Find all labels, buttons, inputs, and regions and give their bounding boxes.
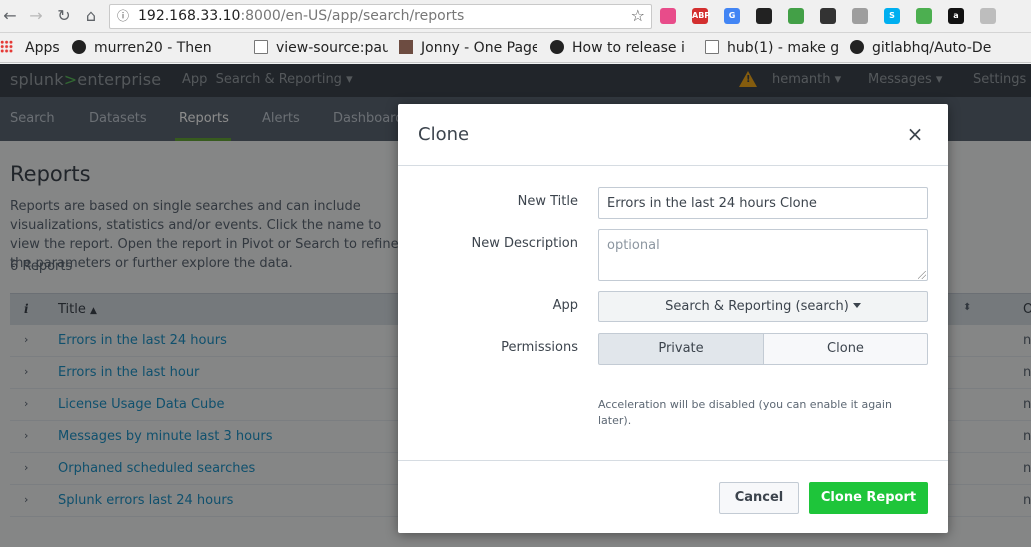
apps-grid-icon (0, 40, 13, 53)
dialog-footer: Cancel Clone Report (398, 460, 948, 533)
app-select[interactable]: Search & Reporting (search) (598, 291, 928, 322)
permissions-toggle: Private Clone (598, 333, 928, 365)
gnome-icon[interactable] (756, 8, 772, 24)
back-icon[interactable]: ← (0, 6, 20, 26)
clone-dialog: Clone × New Title New Description option… (398, 104, 948, 533)
dark-ext-icon[interactable] (820, 8, 836, 24)
bookmark-gitlab[interactable]: gitlabhq/Auto-De (850, 33, 1031, 63)
address-bar[interactable]: ⓘ 192.168.33.10:8000/en-US/app/search/re… (109, 4, 652, 29)
permission-clone-button[interactable]: Clone (763, 333, 928, 365)
bookmark-star-icon[interactable]: ☆ (631, 4, 645, 27)
amazon-icon[interactable]: a (948, 8, 964, 24)
translate-icon[interactable]: G (724, 8, 740, 24)
new-title-input[interactable] (598, 187, 928, 219)
dialog-title: Clone (418, 124, 470, 145)
dialog-header: Clone × (398, 104, 948, 166)
adblock-icon[interactable]: ABP (692, 8, 710, 24)
browser-toolbar: ← → ↻ ⌂ ⓘ 192.168.33.10:8000/en-US/app/s… (0, 0, 1031, 33)
github-icon (550, 40, 564, 54)
bookmark-apps[interactable]: Apps (0, 33, 60, 63)
new-title-label: New Title (517, 194, 578, 209)
new-description-label: New Description (471, 236, 578, 251)
green-ext-icon[interactable] (788, 8, 804, 24)
grey-ext-icon[interactable] (852, 8, 868, 24)
bookmarks-bar: Apps murren20 - Then view-source:paul Jo… (0, 33, 1031, 63)
permission-private-button[interactable]: Private (598, 333, 764, 365)
bookmark-jonny[interactable]: Jonny - One Page (399, 33, 537, 63)
resize-grip-icon[interactable] (918, 271, 926, 279)
close-icon[interactable]: × (906, 124, 924, 144)
clone-report-button[interactable]: Clone Report (809, 482, 928, 514)
skype-icon[interactable]: S (884, 8, 900, 24)
download-ext-icon[interactable] (916, 8, 932, 24)
color-picker-icon[interactable] (660, 8, 676, 24)
bookmark-release[interactable]: How to release i (550, 33, 690, 63)
bookmark-hub[interactable]: hub(1) - make gi (705, 33, 839, 63)
info-icon[interactable]: ⓘ (117, 5, 129, 28)
permissions-label: Permissions (501, 340, 578, 355)
circle-ext-icon[interactable] (980, 8, 996, 24)
url-text: 192.168.33.10:8000/en-US/app/search/repo… (138, 8, 465, 24)
bookmark-murren[interactable]: murren20 - Then (72, 33, 242, 63)
page-icon (254, 40, 268, 54)
page-icon (705, 40, 719, 54)
description-placeholder: optional (607, 238, 660, 253)
new-description-textarea[interactable]: optional (598, 229, 928, 281)
github-icon (72, 40, 86, 54)
chevron-down-icon (852, 303, 861, 308)
reload-icon[interactable]: ↻ (54, 6, 74, 26)
cancel-button[interactable]: Cancel (719, 482, 799, 514)
acceleration-help-text: Acceleration will be disabled (you can e… (598, 398, 892, 427)
app-label: App (552, 298, 578, 313)
avatar-icon (399, 40, 413, 54)
home-icon[interactable]: ⌂ (81, 6, 101, 26)
bookmark-view-source[interactable]: view-source:paul (254, 33, 388, 63)
github-icon (850, 40, 864, 54)
forward-icon[interactable]: → (26, 6, 46, 26)
